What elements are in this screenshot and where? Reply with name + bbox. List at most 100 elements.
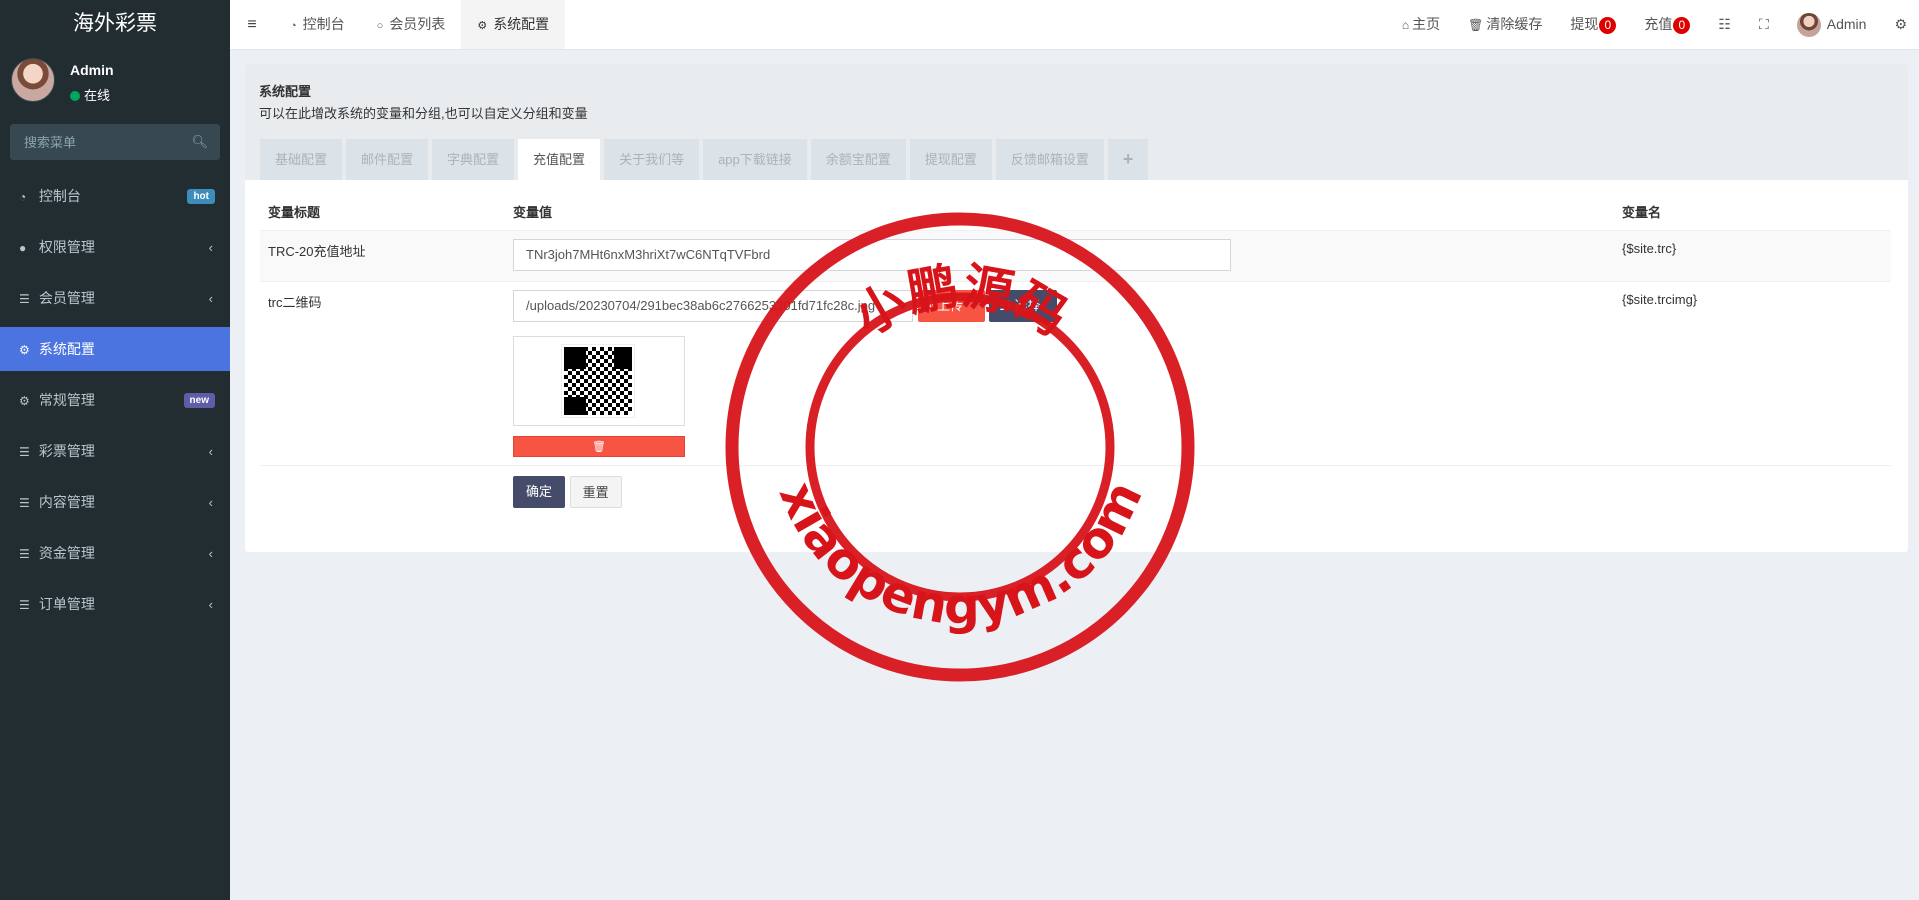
config-table: 变量标题 变量值 变量名 TRC-20充值地址 {$site.trc} trc二… bbox=[260, 194, 1891, 518]
chevron-left-icon: ‹ bbox=[208, 495, 213, 510]
settings-gear-icon[interactable]: ⚙ bbox=[1880, 0, 1919, 49]
sidebar-item-label: 会员管理 bbox=[38, 290, 95, 306]
choose-button[interactable]: ☰ 选择 bbox=[989, 289, 1058, 322]
tab-label: 会员列表 bbox=[389, 16, 446, 32]
list-icon: ☰ bbox=[999, 297, 1015, 313]
tab-label: 控制台 bbox=[302, 16, 345, 32]
nav-tabs: ≡ ◔ 控制台 ○ 会员列表 ⚙ 系统配置 bbox=[230, 0, 566, 49]
add-tab-button[interactable]: + bbox=[1107, 139, 1149, 180]
qr-image-path-input[interactable] bbox=[513, 289, 913, 322]
sidebar-item-system-config[interactable]: ⚙ 系统配置 bbox=[0, 327, 230, 371]
trash-icon: 🗑︎ bbox=[1468, 17, 1484, 32]
sidebar-item-label: 内容管理 bbox=[38, 494, 95, 510]
empty-cell bbox=[1614, 465, 1891, 518]
home-label: 主页 bbox=[1412, 15, 1441, 32]
upload-button[interactable]: ⤒ 上传 bbox=[917, 289, 985, 322]
choose-label: 选择 bbox=[1014, 297, 1041, 313]
withdraw-link[interactable]: 提现 0 bbox=[1556, 0, 1630, 49]
sidebar-item-content[interactable]: ☰ 内容管理 ‹ bbox=[0, 480, 230, 524]
tab-basic-config[interactable]: 基础配置 bbox=[260, 139, 343, 180]
sidebar-item-members[interactable]: ☰ 会员管理 ‹ bbox=[0, 276, 230, 320]
user-status-text: 在线 bbox=[84, 88, 111, 103]
dashboard-icon: ◔ bbox=[290, 20, 297, 32]
row-value-cell: ⤒ 上传 ☰ 选择 🗑︎ bbox=[505, 281, 1614, 466]
sidebar-item-label: 彩票管理 bbox=[38, 443, 95, 459]
sidebar-item-orders[interactable]: ☰ 订单管理 ‹ bbox=[0, 582, 230, 626]
tab-about-us[interactable]: 关于我们等 bbox=[604, 139, 700, 180]
tab-label: 系统配置 bbox=[493, 16, 550, 32]
online-dot-icon bbox=[70, 91, 80, 101]
sidebar: 海外彩票 Admin 在线 🔍︎ ◔ 控制台 hot ● 权限管理 ‹ ☰ 会员管理… bbox=[0, 0, 230, 900]
row-title: TRC-20充值地址 bbox=[260, 230, 505, 282]
sidebar-item-permissions[interactable]: ● 权限管理 ‹ bbox=[0, 225, 230, 269]
list-icon: ☰ bbox=[19, 496, 30, 510]
language-icon[interactable]: ☷ bbox=[1704, 0, 1745, 49]
recharge-link[interactable]: 充值 0 bbox=[1630, 0, 1704, 49]
column-header: 变量标题 bbox=[260, 194, 505, 231]
sidebar-item-general[interactable]: ⚙ 常规管理 new bbox=[0, 378, 230, 422]
user-panel: Admin 在线 bbox=[0, 48, 230, 120]
row-variable-name: {$site.trc} bbox=[1614, 230, 1891, 282]
menu-toggle-icon[interactable]: ≡ bbox=[230, 0, 274, 49]
user-menu-label: Admin bbox=[1826, 16, 1867, 32]
list-icon: ☰ bbox=[19, 292, 30, 306]
sidebar-item-label: 资金管理 bbox=[38, 545, 95, 561]
sidebar-item-label: 系统配置 bbox=[38, 341, 95, 357]
home-link[interactable]: ⌂ 主页 bbox=[1388, 0, 1454, 50]
table-row: TRC-20充值地址 {$site.trc} bbox=[260, 230, 1891, 282]
tab-email-config[interactable]: 邮件配置 bbox=[346, 139, 429, 180]
tab-yuebao-config[interactable]: 余额宝配置 bbox=[810, 139, 906, 180]
config-tabs: 基础配置 邮件配置 字典配置 充值配置 关于我们等 app下载链接 余额宝配置 … bbox=[260, 139, 1152, 180]
confirm-button[interactable]: 确定 bbox=[513, 475, 565, 508]
table-header-row: 变量标题 变量值 变量名 bbox=[260, 194, 1891, 231]
chevron-left-icon: ‹ bbox=[208, 597, 213, 612]
gear-icon: ⚙ bbox=[477, 20, 488, 32]
clear-cache-button[interactable]: 🗑︎ 清除缓存 bbox=[1454, 0, 1556, 50]
row-title: trc二维码 bbox=[260, 281, 505, 466]
empty-cell bbox=[260, 465, 505, 518]
tab-dictionary-config[interactable]: 字典配置 bbox=[432, 139, 515, 180]
column-header: 变量值 bbox=[505, 194, 1614, 231]
user-name: Admin bbox=[70, 62, 114, 78]
tab-dashboard[interactable]: ◔ 控制台 bbox=[274, 0, 361, 49]
delete-image-button[interactable]: 🗑︎ bbox=[513, 435, 685, 457]
tab-recharge-config[interactable]: 充值配置 bbox=[518, 139, 601, 180]
upload-label: 上传 bbox=[936, 297, 963, 313]
sidebar-item-funds[interactable]: ☰ 资金管理 ‹ bbox=[0, 531, 230, 575]
tab-withdraw-config[interactable]: 提现配置 bbox=[909, 139, 992, 180]
withdraw-label: 提现 bbox=[1570, 16, 1599, 32]
user-menu[interactable]: Admin bbox=[1783, 0, 1881, 49]
menu-search-input[interactable] bbox=[10, 124, 220, 160]
tab-feedback-email[interactable]: 反馈邮箱设置 bbox=[995, 139, 1104, 180]
sidebar-item-dashboard[interactable]: ◔ 控制台 hot bbox=[0, 174, 230, 218]
circle-icon: ○ bbox=[376, 20, 384, 32]
sidebar-menu: ◔ 控制台 hot ● 权限管理 ‹ ☰ 会员管理 ‹ ⚙ 系统配置 ⚙ 常规管理 ne… bbox=[0, 174, 230, 633]
actions-cell: 确定 重置 bbox=[505, 465, 1614, 518]
gear-icon: ⚙ bbox=[19, 343, 30, 357]
hot-badge: hot bbox=[187, 189, 215, 204]
sidebar-item-label: 权限管理 bbox=[38, 239, 95, 255]
upload-icon: ⤒ bbox=[927, 297, 937, 313]
app-logo[interactable]: 海外彩票 bbox=[0, 0, 230, 48]
users-icon: ● bbox=[19, 241, 27, 255]
form-actions-row: 确定 重置 bbox=[260, 465, 1891, 518]
tab-member-list[interactable]: ○ 会员列表 bbox=[361, 0, 462, 49]
sidebar-search: 🔍︎ bbox=[10, 124, 220, 160]
recharge-count-badge: 0 bbox=[1673, 17, 1691, 34]
sidebar-item-lottery[interactable]: ☰ 彩票管理 ‹ bbox=[0, 429, 230, 473]
search-icon[interactable]: 🔍︎ bbox=[191, 134, 208, 150]
list-icon: ☰ bbox=[19, 547, 30, 561]
clear-cache-label: 清除缓存 bbox=[1486, 15, 1543, 32]
fullscreen-icon[interactable]: ⛶ bbox=[1745, 0, 1783, 49]
withdraw-count-badge: 0 bbox=[1599, 17, 1617, 34]
reset-button[interactable]: 重置 bbox=[569, 475, 622, 508]
avatar bbox=[11, 58, 55, 102]
table-row: trc二维码 ⤒ 上传 ☰ 选择 🗑︎ {$site.trcimg} bbox=[260, 281, 1891, 466]
tab-system-config[interactable]: ⚙ 系统配置 bbox=[461, 0, 566, 49]
trc-address-input[interactable] bbox=[513, 238, 1231, 271]
sidebar-item-label: 常规管理 bbox=[38, 392, 95, 408]
cogs-icon: ⚙ bbox=[19, 394, 30, 408]
row-value-cell bbox=[505, 230, 1614, 282]
tab-app-download[interactable]: app下载链接 bbox=[703, 139, 807, 180]
page-title: 系统配置 bbox=[259, 84, 312, 99]
